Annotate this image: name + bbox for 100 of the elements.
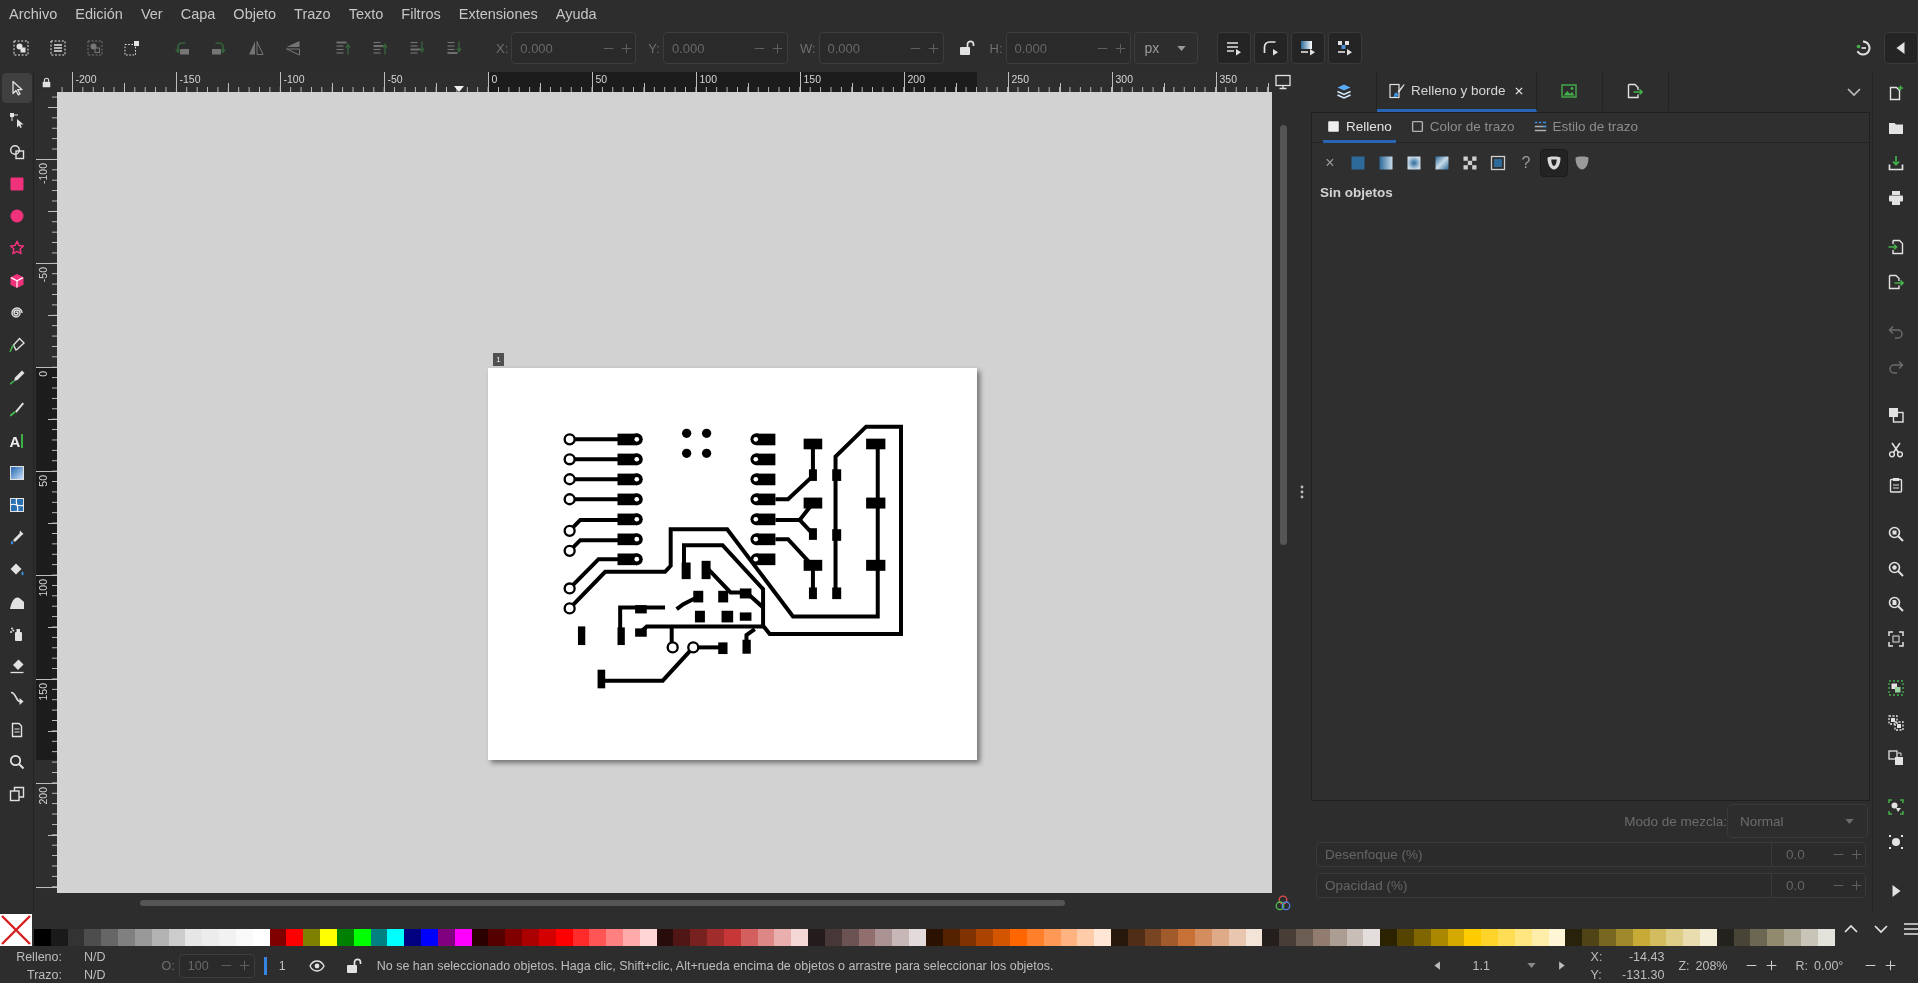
color-swatch[interactable] bbox=[1094, 929, 1111, 946]
color-swatch[interactable] bbox=[606, 929, 623, 946]
snap-icon bbox=[1856, 40, 1872, 56]
layer-selector[interactable]: 1 bbox=[274, 958, 290, 973]
menu-item[interactable]: Extensiones bbox=[449, 0, 547, 28]
ruler-label: 100 bbox=[699, 73, 718, 85]
color-swatch[interactable] bbox=[387, 929, 405, 946]
color-swatch[interactable] bbox=[875, 929, 893, 946]
color-swatch[interactable] bbox=[589, 929, 607, 946]
color-swatch[interactable] bbox=[1397, 929, 1414, 946]
color-swatch[interactable] bbox=[1464, 929, 1482, 946]
subtab[interactable]: Estilo de trazo bbox=[1529, 113, 1643, 143]
tool-button[interactable]: A bbox=[1, 426, 32, 457]
layer-color-bar bbox=[263, 956, 267, 975]
unit-dropdown[interactable]: px bbox=[1133, 32, 1198, 64]
printer-icon bbox=[1887, 190, 1904, 206]
clipboard-icon bbox=[1887, 477, 1904, 493]
color-swatch[interactable] bbox=[101, 929, 119, 946]
scrollbar-thumb[interactable] bbox=[1279, 125, 1287, 545]
color-swatch[interactable] bbox=[185, 929, 203, 946]
color-swatch[interactable] bbox=[1161, 929, 1179, 946]
color-swatch[interactable] bbox=[219, 929, 236, 946]
fill-label: Relleno: bbox=[15, 948, 62, 965]
color-swatch[interactable] bbox=[1750, 929, 1768, 946]
rotation-field[interactable]: 0.00° bbox=[1808, 953, 1900, 978]
color-swatch[interactable] bbox=[1784, 929, 1801, 946]
menu-item[interactable]: Archivo bbox=[0, 0, 67, 28]
color-swatch[interactable] bbox=[1296, 929, 1313, 946]
menu-item[interactable]: Filtros bbox=[392, 0, 450, 28]
paint-type-button[interactable]: ? bbox=[1512, 149, 1540, 177]
color-swatch[interactable] bbox=[993, 929, 1011, 946]
page-dropdown[interactable]: 1.1 bbox=[1454, 953, 1545, 978]
color-swatch[interactable] bbox=[303, 929, 321, 946]
tool-button[interactable] bbox=[1, 73, 32, 103]
color-swatch[interactable] bbox=[84, 929, 102, 946]
scrollbar-thumb[interactable] bbox=[140, 899, 1065, 906]
gradient-arrow-icon bbox=[1299, 40, 1316, 56]
display-mode-button[interactable] bbox=[1275, 74, 1291, 90]
color-swatch[interactable] bbox=[1195, 929, 1212, 946]
color-swatch[interactable] bbox=[34, 929, 51, 946]
color-swatch[interactable] bbox=[1683, 929, 1700, 946]
color-swatch[interactable] bbox=[505, 929, 522, 946]
color-swatch[interactable] bbox=[808, 929, 825, 946]
color-swatch[interactable] bbox=[1767, 929, 1785, 946]
menu-item[interactable]: Objeto bbox=[224, 0, 286, 28]
menu-item[interactable]: Edición bbox=[66, 0, 132, 28]
toggle-button[interactable] bbox=[1253, 32, 1288, 64]
color-swatch[interactable] bbox=[1599, 929, 1616, 946]
close-button[interactable] bbox=[1513, 85, 1524, 96]
color-swatch[interactable] bbox=[1279, 929, 1297, 946]
collapse-button[interactable] bbox=[1884, 32, 1918, 64]
no-paint-swatch[interactable] bbox=[0, 914, 32, 946]
toggle-button[interactable] bbox=[1327, 32, 1362, 64]
color-management-button[interactable] bbox=[1275, 894, 1291, 911]
paint-type-button[interactable]: × bbox=[1316, 149, 1344, 177]
subtab[interactable]: Color de trazo bbox=[1406, 113, 1519, 143]
subtab[interactable]: Relleno bbox=[1323, 113, 1396, 143]
color-swatch[interactable] bbox=[707, 929, 724, 946]
color-swatch[interactable] bbox=[202, 929, 220, 946]
menu-item[interactable]: Ayuda bbox=[546, 0, 606, 28]
color-swatch[interactable] bbox=[1565, 929, 1583, 946]
color-circles-icon bbox=[1275, 894, 1291, 911]
color-swatch[interactable] bbox=[673, 929, 691, 946]
color-swatch[interactable] bbox=[1363, 929, 1381, 946]
color-swatch[interactable] bbox=[1077, 929, 1095, 946]
color-swatch[interactable] bbox=[320, 929, 337, 946]
color-swatch[interactable] bbox=[791, 929, 809, 946]
color-swatch[interactable] bbox=[118, 929, 135, 946]
drag-handle-icon[interactable] bbox=[1300, 485, 1304, 499]
color-swatch[interactable] bbox=[404, 929, 422, 946]
color-swatch[interactable] bbox=[522, 929, 539, 946]
menu-item[interactable]: Capa bbox=[171, 0, 225, 28]
color-swatch[interactable] bbox=[1010, 929, 1027, 946]
color-swatch[interactable] bbox=[488, 929, 506, 946]
color-swatch[interactable] bbox=[1111, 929, 1128, 946]
deselect-icon bbox=[87, 40, 103, 56]
color-swatch[interactable] bbox=[1262, 929, 1280, 946]
color-swatch[interactable] bbox=[976, 929, 994, 946]
color-swatch[interactable] bbox=[892, 929, 910, 946]
color-swatch[interactable] bbox=[286, 929, 304, 946]
color-swatch[interactable] bbox=[1380, 929, 1398, 946]
color-swatch[interactable] bbox=[690, 929, 708, 946]
fill-rule-button[interactable] bbox=[1540, 149, 1568, 177]
color-swatch[interactable] bbox=[1481, 929, 1499, 946]
zoom-page-icon bbox=[1887, 596, 1904, 612]
color-swatch[interactable] bbox=[421, 929, 438, 946]
guide-lock-button[interactable] bbox=[41, 76, 52, 88]
menu-item[interactable]: Ver bbox=[131, 0, 172, 28]
toggle-button[interactable] bbox=[1216, 32, 1251, 64]
color-swatch[interactable] bbox=[909, 929, 926, 946]
zoom-field[interactable]: 208% bbox=[1689, 953, 1782, 978]
color-swatch[interactable] bbox=[1178, 929, 1196, 946]
color-swatch[interactable] bbox=[774, 929, 792, 946]
color-swatch[interactable] bbox=[1498, 929, 1515, 946]
menu-item[interactable]: Trazo bbox=[285, 0, 340, 28]
canvas-area[interactable]: 1 bbox=[57, 92, 1272, 893]
color-swatch[interactable] bbox=[1666, 929, 1684, 946]
toggle-button[interactable] bbox=[1290, 32, 1325, 64]
menu-item[interactable]: Texto bbox=[339, 0, 393, 28]
color-swatch[interactable] bbox=[1582, 929, 1599, 946]
